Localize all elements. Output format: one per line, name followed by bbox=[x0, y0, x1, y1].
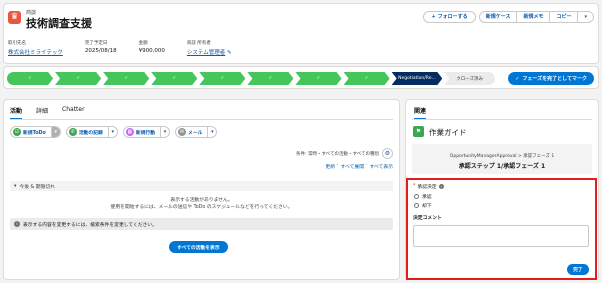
check-icon: ✓ bbox=[268, 76, 273, 81]
sales-path: ✓ ✓ ✓ ✓ ✓ ✓ ✓ ✓ Negotiation/Re... クローズ済み… bbox=[3, 66, 599, 89]
path-stage-completed[interactable]: ✓ bbox=[151, 72, 197, 85]
filter-info-bar: i 表示する内容を変更するには、検索条件を変更してください。 bbox=[10, 218, 393, 230]
path-stages: ✓ ✓ ✓ ✓ ✓ ✓ ✓ ✓ Negotiation/Re... クローズ済み bbox=[7, 72, 497, 85]
highlight-fields: 取引先名 株式会社ミライテック 完了予定日 2025/08/18 金額 ¥900… bbox=[8, 40, 254, 56]
expand-all-link[interactable]: すべて展開 bbox=[341, 163, 364, 170]
filter-summary: 条件: 常時・すべての活動・すべての種別 bbox=[296, 152, 379, 157]
chevron-down-icon: ▾ bbox=[14, 183, 17, 189]
reject-option[interactable]: 却下 bbox=[414, 202, 432, 209]
tab-divider bbox=[10, 119, 393, 120]
path-stage-completed[interactable]: ✓ bbox=[103, 72, 149, 85]
upcoming-overdue-section[interactable]: ▾ 今後 & 期限切れ bbox=[10, 181, 393, 191]
action-button-group: 新規ケース 新規メモ コピー ▾ bbox=[478, 11, 594, 23]
check-icon: ✓ bbox=[220, 76, 225, 81]
path-stage-completed[interactable]: ✓ bbox=[55, 72, 101, 85]
path-stage-completed[interactable]: ✓ bbox=[344, 72, 390, 85]
check-icon: ✓ bbox=[28, 76, 32, 81]
check-icon: ✓ bbox=[124, 76, 129, 81]
copy-button[interactable]: コピー bbox=[549, 11, 579, 23]
chevron-down-icon[interactable]: ▾ bbox=[160, 127, 169, 137]
decision-comment-label: 決定コメント bbox=[413, 216, 442, 221]
field-label: 完了予定日 bbox=[84, 41, 108, 46]
decision-comment-input[interactable] bbox=[413, 225, 589, 247]
todo-icon: ☑ bbox=[13, 128, 21, 136]
info-icon: i bbox=[14, 221, 20, 227]
field-label: 取引先名 bbox=[8, 41, 26, 46]
approve-option[interactable]: 承認 bbox=[414, 193, 432, 200]
field-value: ¥900,000 bbox=[138, 48, 165, 54]
change-owner-icon[interactable]: ✎ bbox=[227, 50, 232, 56]
separator: · bbox=[337, 163, 339, 168]
owner-link[interactable]: システム管理者 bbox=[187, 50, 225, 56]
log-activity-button: ✆ 活動の記録 ▾ bbox=[65, 126, 118, 138]
approval-decision-label: * 承認決定 i bbox=[413, 184, 444, 190]
field-owner: 商談 所有者 システム管理者 ✎ bbox=[187, 40, 232, 56]
path-stage-completed[interactable]: ✓ bbox=[199, 72, 245, 85]
tab-related[interactable]: 関連 bbox=[414, 106, 427, 120]
field-account: 取引先名 株式会社ミライテック bbox=[8, 40, 63, 56]
flag-icon: ⚑ bbox=[413, 126, 424, 137]
tab-activity[interactable]: 活動 bbox=[10, 106, 23, 120]
chevron-down-icon[interactable]: ▾ bbox=[50, 127, 60, 137]
email-icon: ✉ bbox=[178, 128, 187, 136]
new-todo-button: ☑ 新規ToDo ▾ bbox=[10, 126, 61, 138]
call-log-icon: ✆ bbox=[68, 128, 77, 136]
radio-button[interactable] bbox=[414, 203, 419, 208]
field-label: 商談 所有者 bbox=[186, 41, 211, 46]
step-title: 承認ステップ 1/承認フェーズ 1 bbox=[458, 163, 546, 170]
record-header: ♛ 商談 技術調査支援 + フォローする 新規ケース 新規メモ コピー ▾ 取引先… bbox=[3, 3, 599, 64]
header-actions: + フォローする 新規ケース 新規メモ コピー ▾ bbox=[423, 11, 594, 23]
guidance-step-box: OpportunityManagerApproval > 承認フェーズ 1 承認… bbox=[412, 144, 592, 174]
guidance-title: 作業ガイド bbox=[429, 128, 467, 137]
new-memo-button[interactable]: 新規メモ bbox=[516, 11, 551, 23]
info-icon[interactable]: i bbox=[438, 184, 444, 189]
show-all-activities-button[interactable]: すべての活動を表示 bbox=[169, 241, 228, 253]
check-icon: ✓ bbox=[316, 76, 321, 81]
field-close-date: 完了予定日 2025/08/18 bbox=[85, 40, 117, 56]
path-stage-current[interactable]: Negotiation/Re... bbox=[392, 72, 443, 85]
more-actions-dropdown[interactable]: ▾ bbox=[577, 11, 594, 23]
plus-icon: + bbox=[431, 14, 436, 20]
check-icon: ✓ bbox=[364, 76, 369, 81]
activity-actions: ☑ 新規ToDo ▾ ✆ 活動の記録 ▾ ▦ 新規行動 ▾ ✉ メール ▾ bbox=[10, 126, 218, 138]
radio-button[interactable] bbox=[414, 194, 419, 199]
field-amount: 金額 ¥900,000 bbox=[139, 40, 165, 56]
new-case-button[interactable]: 新規ケース bbox=[478, 11, 518, 23]
record-tabs: 活動 詳細 Chatter bbox=[10, 106, 85, 120]
chevron-down-icon: ▾ bbox=[584, 14, 587, 20]
email-button: ✉ メール ▾ bbox=[175, 126, 218, 138]
path-stage-closed[interactable]: クローズ済み bbox=[444, 72, 495, 85]
mark-stage-complete-button[interactable]: ✓ フェーズを完了としてマーク bbox=[508, 72, 594, 85]
chevron-down-icon[interactable]: ▾ bbox=[207, 127, 216, 137]
separator: · bbox=[366, 163, 368, 168]
field-value: 2025/08/18 bbox=[84, 48, 117, 54]
activity-panel: 活動 詳細 Chatter ☑ 新規ToDo ▾ ✆ 活動の記録 ▾ ▦ 新規行動 ▾… bbox=[3, 99, 400, 280]
empty-hint: 使用を開始するには、メールの送信や ToDo のスケジュールなどを行ってください… bbox=[110, 205, 293, 210]
tab-details[interactable]: 詳細 bbox=[36, 106, 48, 120]
flow-path: OpportunityManagerApproval > 承認フェーズ 1 bbox=[449, 154, 555, 159]
field-label: 金額 bbox=[138, 41, 148, 46]
tab-divider bbox=[412, 119, 592, 120]
path-stage-completed[interactable]: ✓ bbox=[247, 72, 293, 85]
chevron-down-icon[interactable]: ▾ bbox=[107, 127, 117, 137]
new-event-button: ▦ 新規行動 ▾ bbox=[122, 126, 171, 138]
tab-chatter[interactable]: Chatter bbox=[62, 106, 85, 120]
check-icon: ✓ bbox=[515, 75, 520, 82]
follow-button[interactable]: + フォローする bbox=[423, 11, 476, 23]
check-icon: ✓ bbox=[172, 76, 177, 81]
opportunity-icon: ♛ bbox=[8, 11, 21, 24]
check-icon: ✓ bbox=[76, 76, 80, 81]
empty-message: 表示する活動がありません。 bbox=[170, 198, 233, 203]
record-title: 技術調査支援 bbox=[26, 17, 92, 30]
account-link[interactable]: 株式会社ミライテック bbox=[8, 48, 63, 56]
path-stage-completed[interactable]: ✓ bbox=[295, 72, 341, 85]
activity-links: 更新 · すべて展開 · すべて表示 bbox=[325, 163, 393, 170]
path-stage-completed[interactable]: ✓ bbox=[7, 72, 53, 85]
refresh-link[interactable]: 更新 bbox=[325, 163, 335, 170]
gear-icon[interactable]: ⚙ bbox=[382, 148, 393, 159]
done-button[interactable]: 完了 bbox=[567, 264, 589, 275]
show-all-link[interactable]: すべて表示 bbox=[370, 163, 393, 170]
calendar-icon: ▦ bbox=[125, 128, 134, 136]
required-marker: * bbox=[413, 184, 416, 189]
